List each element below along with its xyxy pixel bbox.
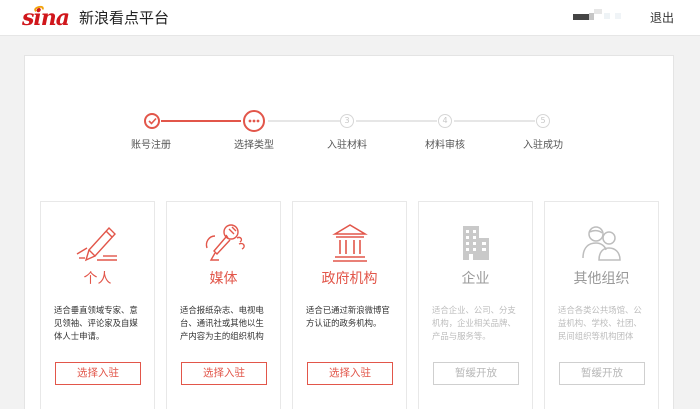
step-line-2: [268, 120, 340, 122]
microphone-icon: [167, 220, 280, 264]
step-4-circle: 4: [438, 114, 452, 128]
category-description: 适合垂直领域专家、意见领袖、评论家及自媒体人士申请。: [54, 305, 138, 341]
select-media-button[interactable]: 选择入驻: [181, 362, 267, 385]
category-card-personal: 个人 适合垂直领域专家、意见领袖、评论家及自媒体人士申请。 选择入驻: [40, 201, 155, 409]
step-1-check-icon: [144, 113, 160, 129]
government-building-icon: [293, 220, 406, 264]
progress-stepper: 账号注册 选择类型 3 入驻材料 4 材料审核 5 入驻成功: [25, 56, 675, 166]
step-1-label: 账号注册: [131, 140, 171, 151]
enterprise-disabled-button[interactable]: 暂缓开放: [433, 362, 519, 385]
step-line-3: [356, 120, 437, 122]
category-card-enterprise: 企业 适合企业、公司、分支机构，企业相关品牌、产品与服务等。 暂缓开放: [418, 201, 533, 409]
step-3-circle: 3: [340, 114, 354, 128]
people-group-icon: [545, 220, 658, 264]
step-line-1: [161, 120, 241, 122]
category-description: 适合各类公共场馆、公益机构、学校、社团、民间组织等机构团体: [558, 305, 642, 341]
category-title: 企业: [461, 271, 490, 287]
step-5-circle: 5: [536, 114, 550, 128]
category-title: 其他组织: [573, 271, 630, 287]
logout-link[interactable]: 退出: [650, 9, 674, 26]
other-org-disabled-button[interactable]: 暂缓开放: [559, 362, 645, 385]
office-building-icon: [419, 220, 532, 264]
category-title: 媒体: [209, 271, 238, 287]
step-4-label: 材料审核: [425, 140, 465, 151]
platform-title: 新浪看点平台: [79, 9, 170, 27]
step-5-label: 入驻成功: [523, 140, 563, 151]
select-personal-button[interactable]: 选择入驻: [55, 362, 141, 385]
category-title: 个人: [83, 271, 112, 287]
category-card-government: 政府机构 适合已通过新浪微博官方认证的政务机构。 选择入驻: [292, 201, 407, 409]
category-title: 政府机构: [321, 271, 378, 287]
main-card: 账号注册 选择类型 3 入驻材料 4 材料审核 5 入驻成功 个人 适合垂直领域…: [24, 55, 674, 409]
category-description: 适合已通过新浪微博官方认证的政务机构。: [306, 305, 390, 328]
step-2-current-icon: [243, 110, 265, 132]
sina-logo[interactable]: sina 新浪看点平台: [22, 4, 170, 31]
pen-icon: [41, 220, 154, 264]
step-3-label: 入驻材料: [327, 140, 367, 151]
category-description: 适合报纸杂志、电视电台、通讯社或其他以生产内容为主的组织机构: [180, 305, 264, 341]
top-bar: sina 新浪看点平台 退出: [0, 0, 700, 36]
category-card-media: 媒体 适合报纸杂志、电视电台、通讯社或其他以生产内容为主的组织机构 选择入驻: [166, 201, 281, 409]
category-description: 适合企业、公司、分支机构，企业相关品牌、产品与服务等。: [432, 305, 516, 341]
sina-logo-mark: sina: [22, 4, 70, 31]
select-government-button[interactable]: 选择入驻: [307, 362, 393, 385]
category-card-other-org: 其他组织 适合各类公共场馆、公益机构、学校、社团、民间组织等机构团体 暂缓开放: [544, 201, 659, 409]
user-avatar[interactable]: [573, 9, 623, 23]
step-2-label: 选择类型: [234, 140, 274, 151]
step-line-4: [454, 120, 535, 122]
